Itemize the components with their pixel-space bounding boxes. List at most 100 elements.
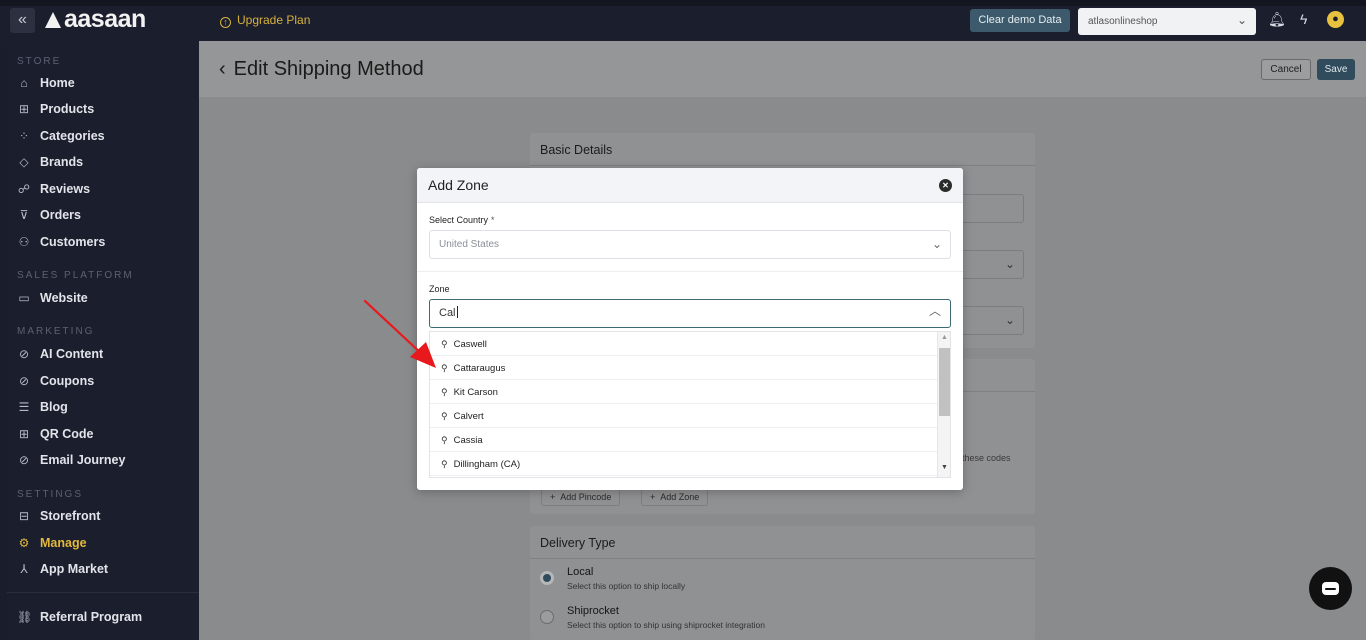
- sidebar-item-manage[interactable]: ⚙ Manage: [17, 534, 192, 552]
- upgrade-plan-link[interactable]: ↑ Upgrade Plan: [220, 13, 310, 28]
- zones-hint-text: these codes: [962, 453, 1011, 463]
- map-pin-icon: ⚲: [441, 411, 448, 421]
- monitor-icon: ▭: [18, 291, 30, 305]
- sidebar-item-brands[interactable]: ◇ Brands: [17, 153, 192, 171]
- map-pin-icon: ⚲: [441, 459, 448, 469]
- section-title-sales-platform: SALES PLATFORM: [17, 270, 134, 281]
- map-pin-icon: ⚲: [441, 435, 448, 445]
- sidebar-item-website[interactable]: ▭ Website: [17, 289, 192, 307]
- sidebar-item-home[interactable]: ⌂ Home: [17, 74, 192, 92]
- chevron-down-icon: ⌄: [1236, 13, 1247, 27]
- page-header: ‹ Edit Shipping Method Cancel Save: [199, 41, 1366, 97]
- dropdown-scrollbar[interactable]: ▲ ▼: [937, 332, 950, 477]
- list-item[interactable]: ⚲ Cassia: [430, 428, 937, 452]
- coupon-icon: ⊘: [18, 374, 30, 388]
- chevron-down-icon: ⌄: [931, 237, 942, 251]
- ai-icon: ⊘: [18, 347, 30, 361]
- close-icon[interactable]: ✕: [939, 179, 952, 192]
- list-item[interactable]: ⚲ Caswell: [430, 332, 937, 356]
- app-logo[interactable]: aasaan: [45, 5, 146, 34]
- plus-icon: +: [550, 492, 556, 502]
- sidebar-item-referral-program[interactable]: ⛓ Referral Program: [17, 608, 192, 626]
- map-pin-icon: ⚲: [441, 363, 448, 373]
- sidebar-item-coupons[interactable]: ⊘ Coupons: [17, 372, 192, 390]
- sidebar-item-storefront[interactable]: ⊟ Storefront: [17, 507, 192, 525]
- back-chevron-icon[interactable]: ‹: [219, 58, 226, 80]
- scroll-down-icon[interactable]: ▼: [941, 464, 948, 471]
- annotation-arrow-icon: [363, 299, 436, 368]
- sidebar-item-customers[interactable]: ⚇ Customers: [17, 233, 192, 251]
- cart-icon: ⊽: [19, 208, 29, 222]
- required-mark: *: [491, 215, 495, 225]
- zone-label: Zone: [429, 284, 450, 294]
- logo-mark-icon: [45, 12, 61, 28]
- list-item[interactable]: ⚲ Kit Carson: [430, 380, 937, 404]
- sidebar-item-reviews[interactable]: ☍ Reviews: [17, 180, 192, 198]
- sidebar-divider: [7, 592, 199, 593]
- map-pin-icon: ⚲: [441, 387, 448, 397]
- chat-support-button[interactable]: [1309, 567, 1352, 610]
- gear-icon: ⚙: [18, 536, 30, 550]
- zone-search-input[interactable]: Cal ︿: [429, 299, 951, 328]
- reviews-icon: ☍: [17, 182, 31, 196]
- lightning-icon[interactable]: ϟ: [1300, 11, 1307, 27]
- qr-code-icon: ⊞: [18, 427, 30, 441]
- categories-icon: ⁘: [18, 129, 30, 143]
- text-caret: [456, 306, 458, 318]
- store-selector[interactable]: atlasonlineshop ⌄: [1078, 8, 1256, 35]
- apps-icon: ⅄: [20, 562, 28, 576]
- scroll-up-icon[interactable]: ▲: [941, 334, 948, 341]
- add-pincode-button[interactable]: + Add Pincode: [541, 488, 621, 506]
- sidebar-item-blog[interactable]: ☰ Blog: [17, 398, 192, 416]
- sidebar-item-email-journey[interactable]: ⊘ Email Journey: [17, 451, 192, 469]
- chevron-down-icon: ⌄: [1005, 313, 1016, 327]
- sidebar-item-ai-content[interactable]: ⊘ AI Content: [17, 345, 192, 363]
- section-title-marketing: MARKETING: [17, 326, 95, 337]
- chevrons-left-icon: «: [18, 11, 27, 28]
- sidebar-item-orders[interactable]: ⊽ Orders: [17, 206, 192, 224]
- upgrade-icon: ↑: [220, 17, 231, 28]
- list-item[interactable]: ⚲ Cattaraugus: [430, 356, 937, 380]
- delivery-type-card: Delivery Type Local Select this option t…: [530, 526, 1035, 640]
- add-zone-modal: Add Zone ✕ Select Country * United States…: [417, 168, 963, 490]
- referral-icon: ⛓: [17, 610, 33, 624]
- sidebar-item-qr-code[interactable]: ⊞ QR Code: [17, 425, 192, 443]
- basic-details-title: Basic Details: [530, 133, 1035, 166]
- radio-selected[interactable]: [540, 571, 554, 585]
- cancel-button[interactable]: Cancel: [1261, 59, 1311, 80]
- email-icon: ⊘: [18, 453, 30, 467]
- top-bar: « aasaan ↑ Upgrade Plan Clear demo Data a…: [0, 0, 1366, 41]
- delivery-type-title: Delivery Type: [530, 526, 1035, 559]
- divider: [417, 271, 963, 272]
- page-title: ‹ Edit Shipping Method: [219, 58, 424, 80]
- save-button[interactable]: Save: [1317, 59, 1355, 80]
- chat-icon: [1322, 582, 1339, 595]
- bell-icon[interactable]: 🔔︎: [1268, 11, 1286, 28]
- map-pin-icon: ⚲: [441, 339, 448, 349]
- section-title-settings: SETTINGS: [17, 489, 84, 500]
- grid-icon: ⊞: [18, 102, 30, 116]
- scroll-thumb[interactable]: [939, 348, 950, 416]
- list-item[interactable]: ⚲ Calvert: [430, 404, 937, 428]
- document-icon: ☰: [18, 400, 30, 414]
- radio-unselected[interactable]: [540, 610, 554, 624]
- chevron-up-icon[interactable]: ︿: [929, 298, 941, 324]
- users-icon: ⚇: [18, 235, 30, 249]
- plus-icon: +: [650, 492, 656, 502]
- modal-title: Add Zone: [417, 168, 963, 203]
- sidebar-item-categories[interactable]: ⁘ Categories: [17, 127, 192, 145]
- user-avatar[interactable]: ●: [1327, 11, 1344, 28]
- zone-suggestions-dropdown: ⚲ Caswell ⚲ Cattaraugus ⚲ Kit Carson ⚲ Calve…: [429, 331, 951, 478]
- section-title-store: STORE: [17, 56, 62, 67]
- storefront-icon: ⊟: [18, 509, 30, 523]
- clear-demo-data-button[interactable]: Clear demo Data: [970, 9, 1070, 32]
- add-zone-button[interactable]: + Add Zone: [641, 488, 709, 506]
- sidebar-item-products[interactable]: ⊞ Products: [17, 100, 192, 118]
- home-icon: ⌂: [20, 76, 28, 90]
- sidebar-item-app-market[interactable]: ⅄ App Market: [17, 560, 192, 578]
- sidebar: STORE ⌂ Home ⊞ Products ⁘ Categories ◇ Brand…: [7, 41, 199, 640]
- collapse-sidebar-button[interactable]: «: [10, 8, 35, 33]
- country-select[interactable]: United States ⌄: [429, 230, 951, 259]
- list-item[interactable]: ⚲ Dillingham (CA): [430, 452, 937, 476]
- country-label: Select Country *: [429, 215, 495, 225]
